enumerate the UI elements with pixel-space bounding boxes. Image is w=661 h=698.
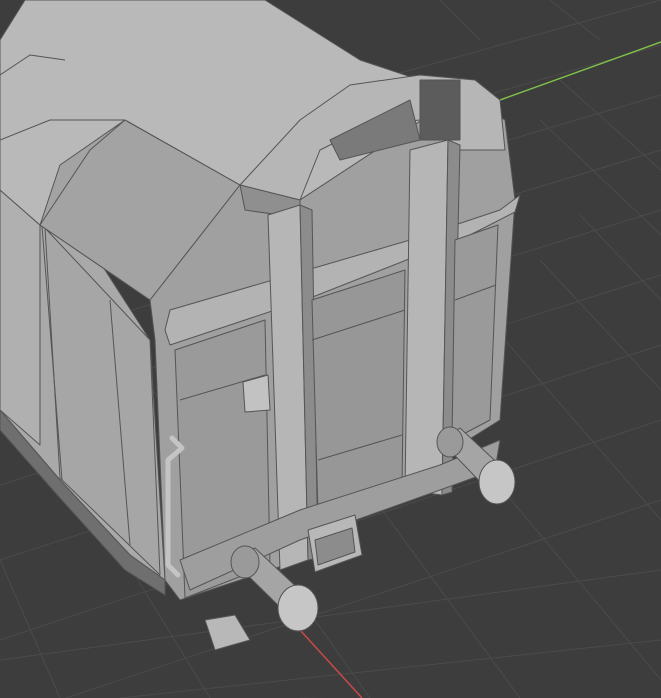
lower-step <box>204 614 251 651</box>
end-wall-bracket <box>242 374 271 413</box>
hood-window <box>419 79 461 141</box>
end-panel-center <box>311 269 406 513</box>
y-axis-line <box>499 41 661 101</box>
3d-viewport[interactable] <box>0 0 661 698</box>
right-buffer-base <box>436 426 464 458</box>
freight-wagon-model[interactable] <box>0 0 521 651</box>
left-buffer-base <box>230 545 260 579</box>
viewport-canvas[interactable] <box>0 0 661 698</box>
right-buffer-head <box>478 459 516 505</box>
wagon-side-panel-1 <box>0 189 41 446</box>
x-axis-line <box>299 629 363 698</box>
left-buffer-head <box>277 584 319 632</box>
